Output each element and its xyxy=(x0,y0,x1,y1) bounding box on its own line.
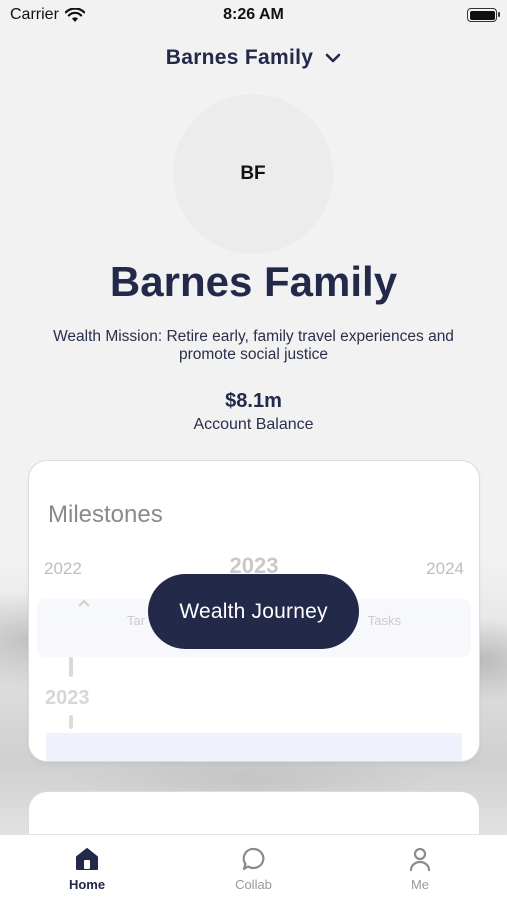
strip-label-right: Tasks xyxy=(367,613,401,628)
status-left: Carrier xyxy=(10,6,85,24)
tab-collab[interactable]: Collab xyxy=(214,835,294,900)
wifi-icon xyxy=(64,7,85,22)
timeline-tick-bottom xyxy=(69,715,73,729)
year-next[interactable]: 2024 xyxy=(426,559,464,579)
chevron-down-icon xyxy=(325,53,341,63)
carrier-label: Carrier xyxy=(10,6,59,23)
strip-label-left: Tar xyxy=(127,613,146,628)
wealth-mission: Wealth Mission: Retire early, family tra… xyxy=(53,328,454,363)
avatar: BF xyxy=(173,94,333,254)
tab-bar: Home Collab Me xyxy=(0,834,507,900)
account-balance-value: $8.1m xyxy=(225,390,282,412)
wealth-journey-button[interactable]: Wealth Journey xyxy=(148,574,359,649)
status-bar: Carrier 8:26 AM xyxy=(0,0,507,30)
timeline-tick-top xyxy=(69,657,73,677)
timeline-year: 2023 xyxy=(45,687,90,709)
tab-me[interactable]: Me xyxy=(380,835,460,900)
family-switcher-label: Barnes Family xyxy=(165,46,314,69)
person-icon xyxy=(409,847,431,872)
page-title: Barnes Family xyxy=(109,258,398,305)
tab-collab-label: Collab xyxy=(235,877,272,892)
chat-bubble-icon xyxy=(242,847,264,871)
account-balance-label: Account Balance xyxy=(193,416,314,433)
home-icon xyxy=(76,848,98,870)
battery-icon xyxy=(467,8,500,22)
tab-home-label: Home xyxy=(68,877,106,892)
timeline-bar xyxy=(46,733,462,761)
chevron-up-icon xyxy=(78,599,90,607)
tab-me-label: Me xyxy=(410,877,430,892)
family-switcher[interactable]: Barnes Family xyxy=(0,46,507,70)
milestones-title: Milestones xyxy=(48,501,163,528)
avatar-initials: BF xyxy=(240,163,266,184)
tab-home[interactable]: Home xyxy=(47,835,127,900)
